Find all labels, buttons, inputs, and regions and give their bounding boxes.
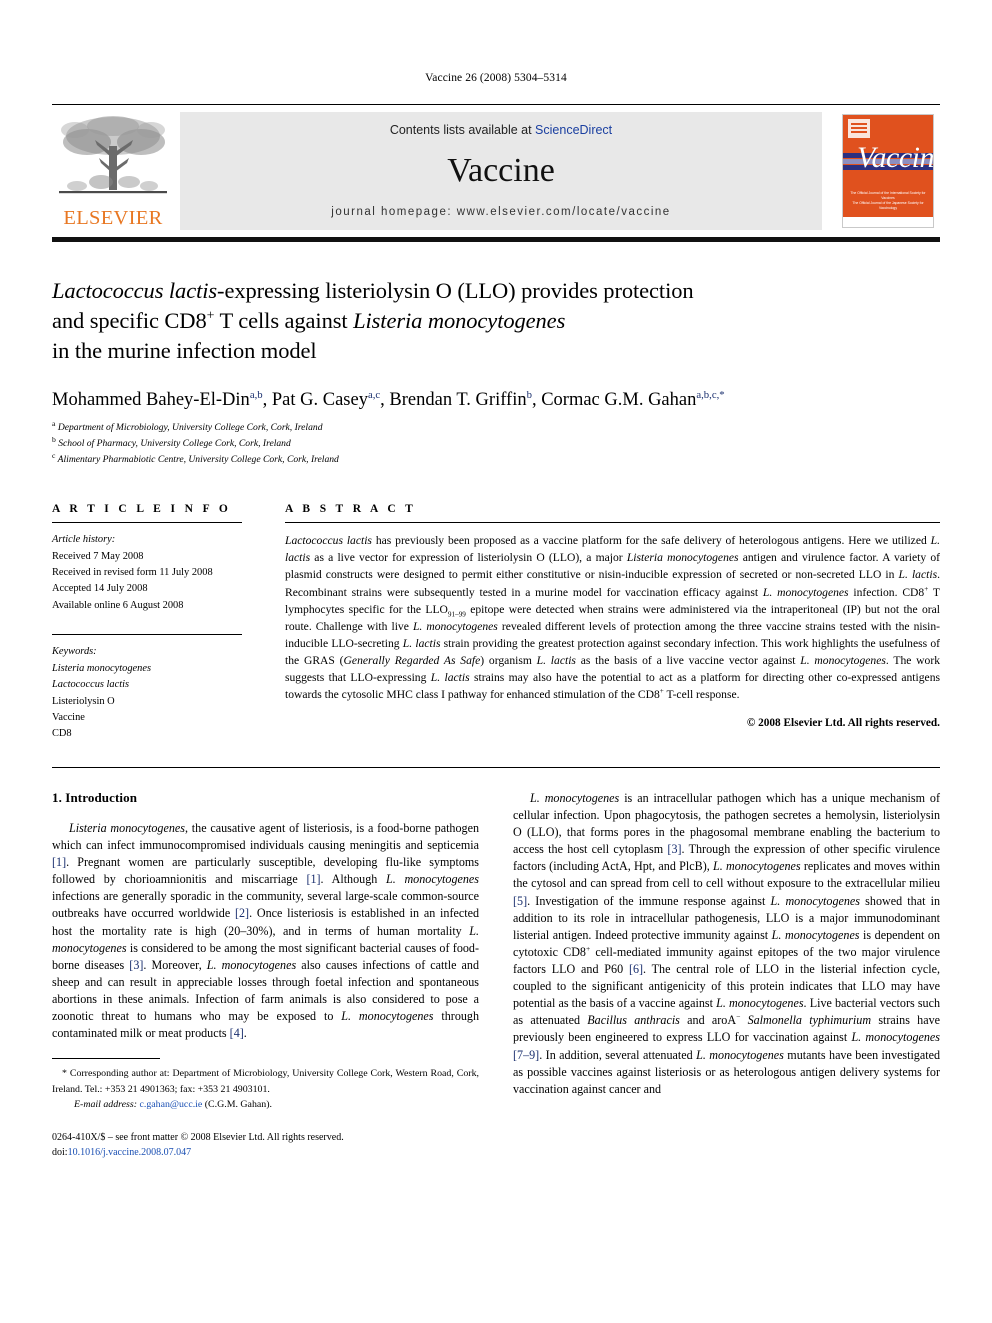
footnote-zone: * Corresponding author at: Department of… bbox=[52, 1058, 479, 1160]
contents-available-line: Contents lists available at ScienceDirec… bbox=[390, 123, 612, 137]
affiliation-item: a Department of Microbiology, University… bbox=[52, 420, 940, 436]
cover-elsevier-icon bbox=[848, 119, 870, 138]
abstract-rule bbox=[285, 522, 940, 524]
affiliation-list: a Department of Microbiology, University… bbox=[52, 420, 940, 467]
footnote-rule bbox=[52, 1058, 160, 1060]
affiliation-text: School of Pharmacy, University College C… bbox=[58, 438, 291, 449]
cover-footer: The Official Journal of the Internationa… bbox=[849, 191, 927, 211]
author-affiliation-marks: a,c bbox=[367, 389, 381, 402]
author-affiliation-marks: a,b,c,* bbox=[696, 389, 725, 402]
affiliation-item: b School of Pharmacy, University College… bbox=[52, 434, 940, 452]
intro-paragraph-right: L. monocytogenes is an intracellular pat… bbox=[513, 790, 941, 1096]
body-columns: 1. Introduction Listeria monocytogenes, … bbox=[52, 790, 940, 1161]
journal-homepage-link[interactable]: journal homepage: www.elsevier.com/locat… bbox=[331, 206, 670, 218]
title-line-3: in the murine infection model bbox=[52, 338, 317, 364]
cover-title: Vaccine bbox=[857, 141, 934, 174]
paper-page: Vaccine 26 (2008) 5304–5314 ELSEVIER Con… bbox=[0, 0, 992, 1323]
affiliation-mark: a bbox=[52, 419, 56, 429]
affiliation-text: Department of Microbiology, University C… bbox=[57, 422, 323, 434]
title-block: Lactococcus lactis-expressing listerioly… bbox=[52, 276, 940, 467]
keyword-item: CD8 bbox=[52, 728, 72, 740]
body-column-right: L. monocytogenes is an intracellular pat… bbox=[513, 790, 940, 1161]
article-info-heading: A R T I C L E I N F O bbox=[52, 503, 232, 516]
author-list: Mohammed Bahey-El-Dina,b, Pat G. Caseya,… bbox=[52, 388, 940, 412]
keywords-block: Keywords: Listeria monocytogenes Lactoco… bbox=[52, 644, 242, 743]
contents-prefix: Contents lists available at bbox=[389, 123, 536, 137]
elsevier-logo: ELSEVIER bbox=[52, 112, 180, 230]
abstract-column: A B S T R A C T Lactococcus lactis has p… bbox=[282, 503, 940, 743]
elsevier-wordmark: ELSEVIER bbox=[63, 206, 163, 229]
title-line-2-a: and specific CD8 bbox=[52, 308, 207, 334]
title-line-2-b: T cells against bbox=[214, 308, 354, 334]
affiliation-mark: b bbox=[52, 434, 56, 444]
history-item: Accepted 14 July 2008 bbox=[52, 583, 148, 595]
author-name: Mohammed Bahey-El-Din bbox=[52, 390, 250, 411]
body-column-left: 1. Introduction Listeria monocytogenes, … bbox=[52, 790, 479, 1161]
keyword-item: Vaccine bbox=[52, 712, 85, 723]
section-heading-introduction: 1. Introduction bbox=[52, 789, 138, 805]
journal-banner: Contents lists available at ScienceDirec… bbox=[180, 112, 822, 230]
history-item: Received in revised form 11 July 2008 bbox=[52, 566, 213, 578]
corresponding-author-note: * Corresponding author at: Department of… bbox=[52, 1068, 479, 1111]
keywords-title: Keywords: bbox=[52, 646, 97, 658]
author-affiliation-marks: a,b bbox=[249, 389, 263, 402]
keyword-item: Lactococcus lactis bbox=[52, 679, 130, 691]
author-separator: , bbox=[262, 390, 272, 411]
title-line-1-rest: -expressing listeriolysin O (LLO) provid… bbox=[217, 278, 694, 303]
running-head: Vaccine 26 (2008) 5304–5314 bbox=[425, 72, 567, 84]
affiliation-mark: c bbox=[52, 450, 56, 460]
journal-title: Vaccine bbox=[447, 151, 555, 189]
cover-footer-line-1: The Official Journal of the Internationa… bbox=[850, 190, 926, 200]
keywords-rule bbox=[52, 634, 242, 636]
affiliation-item: c Alimentary Pharmabiotic Centre, Univer… bbox=[52, 450, 940, 468]
keyword-item: Listeria monocytogenes bbox=[52, 662, 151, 674]
abstract-bottom-divider bbox=[52, 766, 940, 768]
article-info-column: A R T I C L E I N F O Article history: R… bbox=[52, 503, 282, 743]
journal-header: ELSEVIER Contents lists available at Sci… bbox=[52, 104, 940, 242]
author-name: Brendan T. Griffin bbox=[389, 390, 527, 411]
article-history-title: Article history: bbox=[52, 534, 116, 546]
title-species-1: Lactococcus lactis bbox=[52, 278, 218, 303]
header-bottom-rule bbox=[52, 237, 940, 242]
history-item: Received 7 May 2008 bbox=[52, 550, 144, 562]
sciencedirect-link[interactable]: ScienceDirect bbox=[535, 123, 612, 137]
article-info-rule bbox=[52, 522, 242, 524]
history-item: Available online 6 August 2008 bbox=[52, 599, 184, 611]
author-name: Pat G. Casey bbox=[271, 390, 368, 411]
imprint-block: 0264-410X/$ – see front matter © 2008 El… bbox=[52, 1131, 344, 1159]
intro-paragraph-left: Listeria monocytogenes, the causative ag… bbox=[52, 820, 480, 1041]
title-species-2: Listeria monocytogenes bbox=[353, 308, 566, 334]
abstract-text: Lactococcus lactis has previously been p… bbox=[285, 534, 941, 702]
info-abstract-region: A R T I C L E I N F O Article history: R… bbox=[52, 503, 940, 743]
journal-cover-thumbnail: Vaccine The Official Journal of the Inte… bbox=[836, 112, 940, 230]
author-name: Cormac G.M. Gahan bbox=[541, 390, 697, 411]
keyword-item: Listeriolysin O bbox=[52, 695, 115, 707]
abstract-heading: A B S T R A C T bbox=[285, 503, 417, 516]
page-title: Lactococcus lactis-expressing listerioly… bbox=[52, 276, 940, 366]
abstract-copyright: © 2008 Elsevier Ltd. All rights reserved… bbox=[746, 716, 940, 729]
elsevier-tree-icon bbox=[55, 112, 171, 204]
article-history-block: Article history: Received 7 May 2008 Rec… bbox=[52, 532, 242, 614]
author-separator: , bbox=[531, 390, 542, 411]
cover-footer-line-2: The Official Journal of the Japanese Soc… bbox=[852, 200, 924, 210]
affiliation-text: Alimentary Pharmabiotic Centre, Universi… bbox=[57, 453, 339, 465]
